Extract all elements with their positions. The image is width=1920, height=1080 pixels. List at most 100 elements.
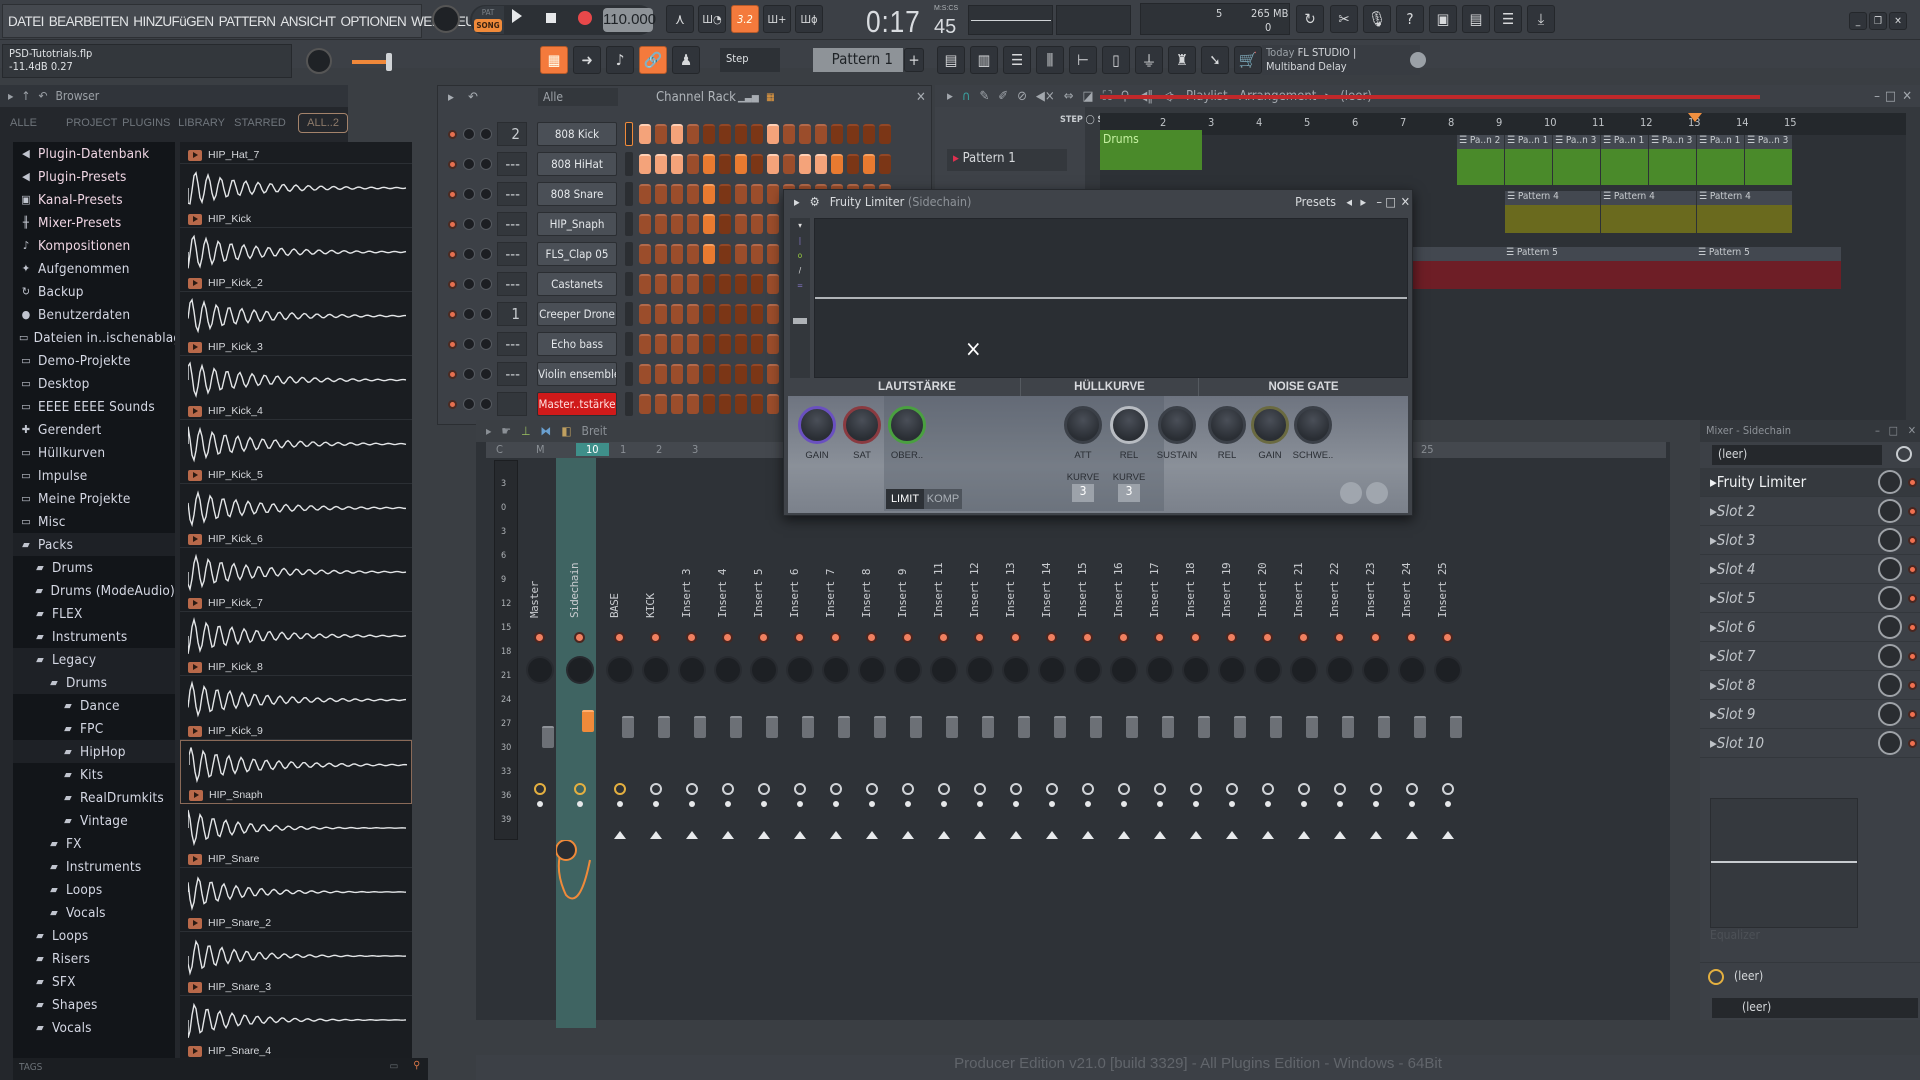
- effect-slot[interactable]: ▸ Slot 7: [1700, 642, 1920, 671]
- strip-pan-knob[interactable]: [824, 658, 848, 682]
- browser-tree-item[interactable]: ▰ Instruments: [13, 625, 175, 648]
- step-button[interactable]: [703, 394, 715, 414]
- export-icon[interactable]: ▤: [1462, 5, 1490, 33]
- slot-expand-icon[interactable]: ▸: [1710, 473, 1717, 491]
- effect-slot[interactable]: ▸ Slot 9: [1700, 700, 1920, 729]
- slot-enable-led[interactable]: [1908, 738, 1917, 748]
- channel-name-button[interactable]: Castanets: [537, 272, 617, 296]
- strip-mute-led[interactable]: [1442, 632, 1453, 643]
- step-button[interactable]: [735, 184, 747, 204]
- step-button[interactable]: [671, 334, 683, 354]
- step-button[interactable]: [655, 334, 667, 354]
- effect-slot[interactable]: ▸ Slot 4: [1700, 555, 1920, 584]
- step-button[interactable]: [847, 124, 859, 144]
- presets-button[interactable]: Presets: [1295, 194, 1336, 209]
- strip-mute-led[interactable]: [794, 632, 805, 643]
- channel-mute-led[interactable]: [448, 339, 457, 349]
- sample-item[interactable]: HIP_Kick: [180, 164, 412, 228]
- record-icon[interactable]: [578, 11, 592, 25]
- mixer-strip[interactable]: Insert 17: [1142, 458, 1178, 978]
- strip-volume-fader[interactable]: [622, 716, 634, 738]
- strip-pan-knob[interactable]: [716, 658, 740, 682]
- browser-tree-item[interactable]: ▰ FLEX: [13, 602, 175, 625]
- slot-mix-knob[interactable]: [1878, 528, 1902, 552]
- browser-tree-item[interactable]: ▭ Dateien in..ischenablage: [13, 326, 175, 349]
- tab-all-2[interactable]: ALL..2: [298, 113, 348, 133]
- step-button[interactable]: [719, 184, 731, 204]
- typing-keyboard-icon[interactable]: ♟: [672, 46, 700, 74]
- step-button[interactable]: [719, 304, 731, 324]
- step-button[interactable]: [751, 334, 763, 354]
- channel-pan-knob[interactable]: [463, 338, 475, 350]
- mixer-expand-icon[interactable]: ▸: [486, 424, 491, 438]
- strip-latency-icon[interactable]: [574, 783, 586, 795]
- browser-tree-item[interactable]: ▰ Packs: [13, 533, 175, 556]
- slot-expand-icon[interactable]: ▸: [1710, 589, 1717, 607]
- gain-knob[interactable]: [798, 406, 836, 444]
- limiter-expand-icon[interactable]: ▸: [794, 194, 800, 209]
- browser-tree-item[interactable]: ▰ HipHop: [13, 740, 175, 763]
- sample-play-icon[interactable]: [188, 277, 202, 289]
- strip-send-arrow[interactable]: [650, 831, 662, 839]
- mixer-layout-icon[interactable]: ◧: [561, 424, 571, 438]
- step-button[interactable]: [879, 124, 891, 144]
- strip-send-arrow[interactable]: [1118, 831, 1130, 839]
- tempo-display[interactable]: 110.000: [603, 8, 656, 32]
- strip-volume-fader[interactable]: [1090, 716, 1102, 738]
- playlist-clip[interactable]: ☰ Pattern 5: [1504, 247, 1696, 289]
- step-button[interactable]: [639, 304, 651, 324]
- strip-volume-fader[interactable]: [1378, 716, 1390, 738]
- mixer-strip[interactable]: Insert 23: [1358, 458, 1394, 978]
- magnet-icon[interactable]: ∩: [962, 89, 971, 104]
- channel-mute-led[interactable]: [448, 129, 457, 139]
- browser-tree-item[interactable]: ▰ RealDrumkits: [13, 786, 175, 809]
- mixer-strip[interactable]: Insert 21: [1286, 458, 1322, 978]
- strip-latency-icon[interactable]: [1118, 783, 1130, 795]
- channel-select[interactable]: [625, 362, 633, 386]
- step-button[interactable]: [863, 124, 875, 144]
- strip-send-arrow[interactable]: [794, 831, 806, 839]
- sample-item[interactable]: HIP_Kick_8: [180, 612, 412, 676]
- slot-mix-knob[interactable]: [1878, 615, 1902, 639]
- strip-send-arrow[interactable]: [974, 831, 986, 839]
- effect-slot[interactable]: ▸ Slot 8: [1700, 671, 1920, 700]
- strip-send-arrow[interactable]: [1046, 831, 1058, 839]
- step-button[interactable]: [719, 394, 731, 414]
- step-button[interactable]: [767, 154, 779, 174]
- mute-icon[interactable]: ◀×: [1036, 89, 1055, 104]
- browser-tree-item[interactable]: ▭ Hüllkurven: [13, 441, 175, 464]
- strip-pan-knob[interactable]: [528, 658, 552, 682]
- eq-display[interactable]: [1710, 798, 1858, 928]
- step-button[interactable]: [735, 124, 747, 144]
- mixer-strip[interactable]: Insert 4: [710, 458, 746, 978]
- step-button[interactable]: [687, 364, 699, 384]
- mixer-strip[interactable]: Insert 8: [854, 458, 890, 978]
- saturation-knob[interactable]: [843, 406, 881, 444]
- strip-pan-knob[interactable]: [968, 658, 992, 682]
- browser-up-icon[interactable]: ↑: [21, 89, 30, 103]
- pat-song-toggle[interactable]: PAT SONG: [472, 6, 504, 34]
- mixer-strip[interactable]: Insert 13: [998, 458, 1034, 978]
- channel-select[interactable]: [625, 242, 633, 266]
- channel-pan-knob[interactable]: [463, 128, 475, 140]
- pattern-selector[interactable]: Pattern 1: [813, 48, 903, 72]
- strip-send-arrow[interactable]: [722, 831, 734, 839]
- channel-name-button[interactable]: Master..tstärke: [537, 392, 617, 416]
- sample-item[interactable]: HIP_Snaph: [180, 740, 412, 804]
- step-button[interactable]: [879, 154, 891, 174]
- channel-pan-knob[interactable]: [463, 398, 475, 410]
- effect-slot[interactable]: ▸ Fruity Limiter: [1700, 468, 1920, 497]
- slice-icon[interactable]: ◪: [1083, 89, 1094, 104]
- step-button[interactable]: [703, 334, 715, 354]
- strip-pan-knob[interactable]: [1220, 658, 1244, 682]
- slot-mix-knob[interactable]: [1878, 702, 1902, 726]
- effect-slot[interactable]: ▸ Slot 2: [1700, 497, 1920, 526]
- playlist-clip[interactable]: ☰ Pa..n 1: [1697, 135, 1744, 185]
- step-button[interactable]: [687, 184, 699, 204]
- master-volume-knob[interactable]: [432, 5, 460, 33]
- strip-latency-icon[interactable]: [902, 783, 914, 795]
- step-button[interactable]: [767, 304, 779, 324]
- step-button[interactable]: [751, 364, 763, 384]
- mixer-strip[interactable]: Insert 3: [674, 458, 710, 978]
- step-button[interactable]: [639, 274, 651, 294]
